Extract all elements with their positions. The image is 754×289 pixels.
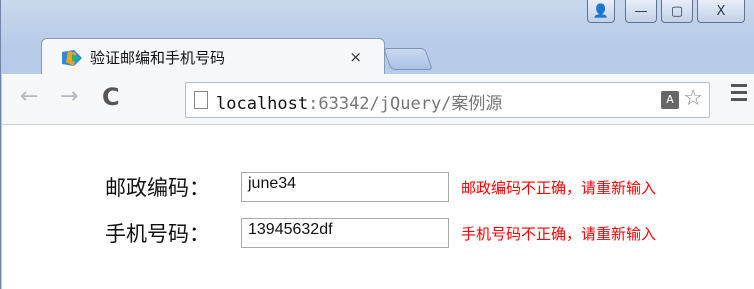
forward-arrow-icon[interactable]: → <box>60 86 78 108</box>
minimize-button[interactable]: — <box>625 0 657 23</box>
phone-input[interactable]: 13945632df <box>241 218 449 248</box>
phone-error: 手机号码不正确，请重新输入 <box>461 224 657 243</box>
browser-window: 👤 — ▢ X 验证邮编和手机号码 × ← → C localhost:6334… <box>0 0 754 289</box>
maximize-button[interactable]: ▢ <box>661 0 693 23</box>
tab-close-icon[interactable]: × <box>349 48 362 66</box>
url-path: :63342/jQuery/案例源 <box>308 94 503 114</box>
postcode-error: 邮政编码不正确，请重新输入 <box>461 178 657 197</box>
page-icon <box>194 91 208 109</box>
bookmark-star-icon[interactable]: ☆ <box>683 86 703 111</box>
close-window-button[interactable]: X <box>697 0 745 23</box>
translate-icon[interactable]: A <box>661 91 679 109</box>
browser-toolbar: ← → C localhost:63342/jQuery/案例源 A ☆ <box>2 74 754 125</box>
page-content: 邮政编码： june34 邮政编码不正确，请重新输入 手机号码： 1394563… <box>2 125 754 289</box>
new-tab-button[interactable] <box>382 48 434 70</box>
postcode-input[interactable]: june34 <box>241 172 449 202</box>
webstorm-favicon-icon <box>62 49 82 66</box>
postcode-label: 邮政编码： <box>105 176 210 200</box>
tab-title: 验证邮编和手机号码 <box>90 49 226 67</box>
reload-icon[interactable]: C <box>102 85 120 109</box>
window-controls: 👤 — ▢ X <box>587 0 745 28</box>
user-icon[interactable]: 👤 <box>587 0 615 23</box>
menu-icon[interactable] <box>731 84 747 105</box>
phone-row: 手机号码： 13945632df 手机号码不正确，请重新输入 <box>105 218 656 248</box>
phone-label: 手机号码： <box>105 222 210 246</box>
back-arrow-icon[interactable]: ← <box>20 86 38 108</box>
url-text[interactable]: localhost:63342/jQuery/案例源 <box>216 89 502 114</box>
browser-tab[interactable]: 验证邮编和手机号码 × <box>41 38 385 75</box>
address-bar[interactable]: localhost:63342/jQuery/案例源 A ☆ <box>185 82 710 118</box>
url-host: localhost <box>216 94 309 114</box>
postcode-row: 邮政编码： june34 邮政编码不正确，请重新输入 <box>105 172 656 202</box>
